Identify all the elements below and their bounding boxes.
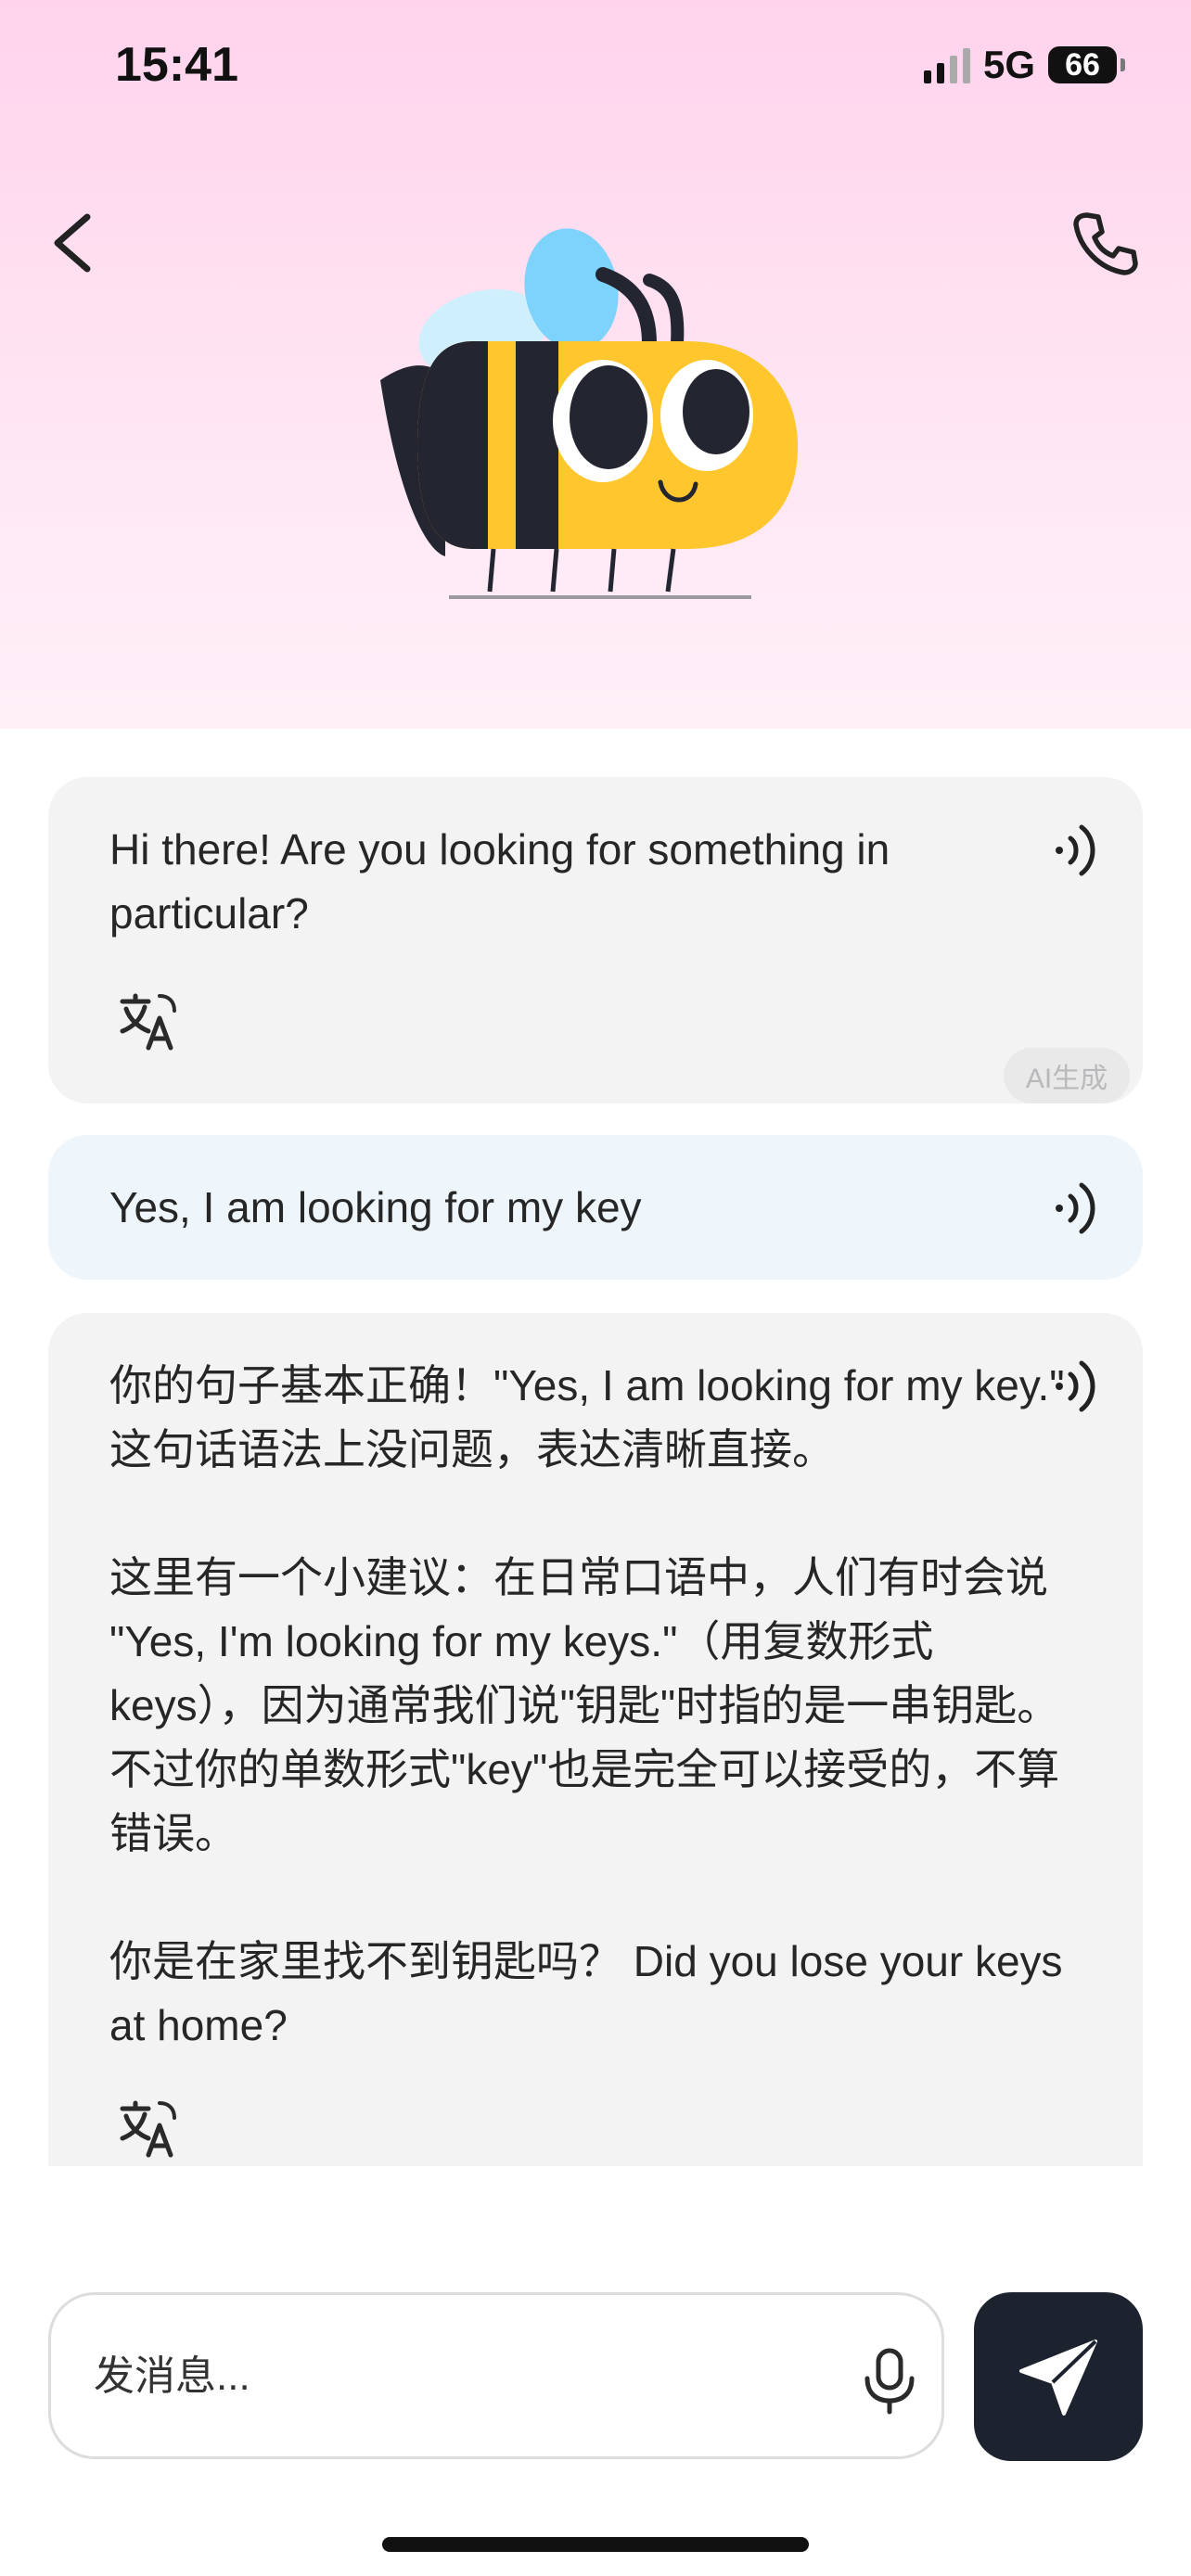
assistant-message: Hi there! Are you looking for something …	[48, 777, 1143, 1103]
ai-generated-badge: AI生成	[1004, 1048, 1130, 1103]
back-button[interactable]	[41, 204, 106, 278]
translate-icon	[120, 2100, 176, 2158]
status-time: 15:41	[115, 38, 238, 92]
message-input[interactable]	[94, 2349, 817, 2404]
message-text: Yes, I am looking for my key	[109, 1183, 642, 1231]
chat-area[interactable]: Hi there! Are you looking for something …	[0, 729, 1191, 2166]
translate-button[interactable]	[117, 2096, 182, 2161]
message-text: 你的句子基本正确！"Yes, I am looking for my key."…	[109, 1361, 1065, 2049]
send-icon	[1019, 2340, 1097, 2416]
phone-icon	[1073, 212, 1138, 275]
play-audio-button[interactable]	[1050, 1176, 1106, 1241]
speaker-icon	[1056, 824, 1095, 876]
send-button[interactable]	[974, 2292, 1143, 2461]
user-message: Yes, I am looking for my key	[48, 1135, 1143, 1280]
play-audio-button[interactable]	[1050, 818, 1106, 883]
speaker-icon	[1056, 1360, 1095, 1412]
play-audio-button[interactable]	[1050, 1354, 1106, 1419]
signal-icon	[923, 46, 970, 83]
chat-header: 15:41 5G 66	[0, 0, 1191, 729]
message-composer	[48, 2292, 944, 2459]
status-icons: 5G 66	[923, 43, 1125, 87]
assistant-message: 你的句子基本正确！"Yes, I am looking for my key."…	[48, 1313, 1143, 2166]
call-button[interactable]	[1067, 206, 1141, 280]
bee-avatar	[371, 204, 816, 649]
translate-button[interactable]	[117, 988, 182, 1053]
home-indicator[interactable]	[382, 2537, 809, 2552]
translate-icon	[120, 993, 176, 1051]
microphone-icon	[864, 2348, 915, 2415]
message-text: Hi there! Are you looking for something …	[109, 825, 903, 937]
voice-input-button[interactable]	[852, 2343, 927, 2417]
network-label: 5G	[982, 43, 1035, 86]
speaker-icon	[1056, 1182, 1095, 1234]
chevron-left-icon	[54, 213, 91, 273]
battery-icon: 66	[1048, 46, 1125, 83]
